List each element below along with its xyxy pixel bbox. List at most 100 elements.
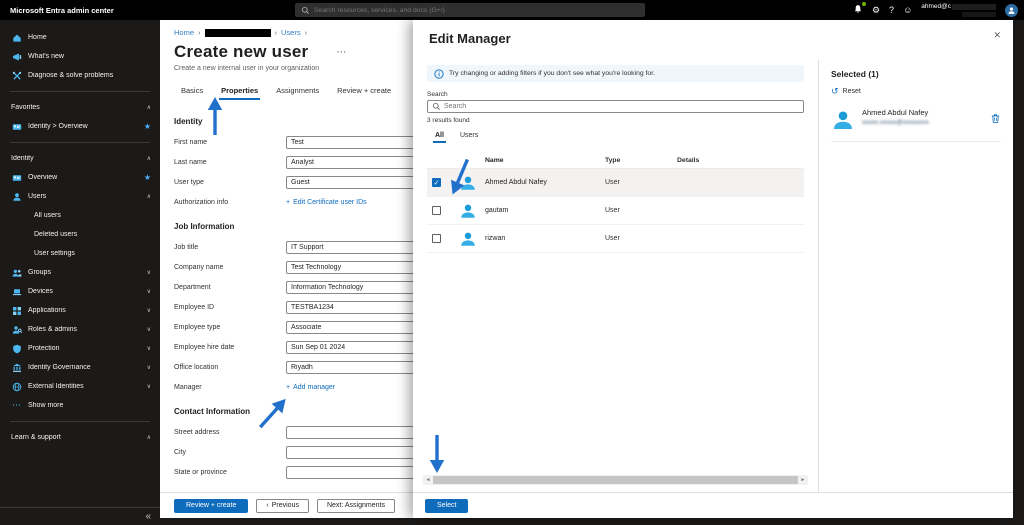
sidebar: Home What's new Diagnose & solve problem… bbox=[0, 20, 160, 525]
home-icon bbox=[11, 32, 22, 43]
sidebar-section-identity[interactable]: Identity ∧ bbox=[0, 149, 160, 168]
table-row[interactable]: ✓ Ahmed Abdul Nafey User bbox=[427, 169, 804, 197]
account-info[interactable]: ahmed@c bbox=[921, 3, 996, 17]
tab-basics[interactable]: Basics bbox=[172, 82, 212, 101]
column-details[interactable]: Details bbox=[677, 157, 804, 164]
global-search-input[interactable] bbox=[314, 6, 639, 14]
chevron-up-icon: ∧ bbox=[146, 156, 151, 162]
panel-footer: Select bbox=[413, 492, 1013, 518]
table-header: Name Type Details bbox=[427, 153, 804, 169]
topbar-actions: ⚙ ? ☺ ahmed@c bbox=[853, 0, 1018, 20]
horizontal-scrollbar[interactable]: ◄ ► bbox=[423, 475, 808, 485]
reset-icon: ↺ bbox=[831, 86, 839, 96]
breadcrumb-users[interactable]: Users bbox=[281, 28, 301, 37]
favorite-star-icon[interactable]: ★ bbox=[144, 122, 151, 131]
role-key-icon bbox=[11, 324, 22, 335]
tab-properties[interactable]: Properties bbox=[212, 82, 267, 101]
sidebar-item-applications[interactable]: Applications ∨ bbox=[0, 301, 160, 320]
remove-selected-trash-icon[interactable] bbox=[990, 111, 1001, 129]
sidebar-item-devices[interactable]: Devices ∨ bbox=[0, 282, 160, 301]
help-icon[interactable]: ? bbox=[889, 5, 894, 15]
sidebar-item-users[interactable]: Users ∧ bbox=[0, 187, 160, 206]
select-button[interactable]: Select bbox=[425, 498, 469, 513]
tenant-redaction bbox=[962, 11, 996, 17]
sidebar-item-all-users[interactable]: All users bbox=[0, 206, 160, 225]
panel-title: Edit Manager bbox=[429, 31, 511, 46]
sidebar-item-identity-overview-fav[interactable]: Identity > Overview ★ bbox=[0, 117, 160, 136]
tab-all[interactable]: All bbox=[427, 129, 452, 144]
selected-panel: Selected (1) ↺ Reset Ahmed Abdul Nafey x… bbox=[818, 60, 1013, 492]
row-checkbox-checked[interactable]: ✓ bbox=[432, 178, 441, 187]
breadcrumb-separator: › bbox=[198, 28, 201, 37]
manager-search-input[interactable] bbox=[444, 103, 799, 110]
scroll-right-icon[interactable]: ► bbox=[798, 477, 808, 483]
collapse-sidebar-icon[interactable]: « bbox=[145, 511, 151, 522]
sidebar-item-identity-governance[interactable]: Identity Governance ∨ bbox=[0, 358, 160, 377]
column-name[interactable]: Name bbox=[485, 157, 605, 164]
close-icon[interactable]: ✕ bbox=[993, 30, 1001, 41]
favorite-star-icon[interactable]: ★ bbox=[144, 173, 151, 182]
laptop-icon bbox=[11, 286, 22, 297]
sidebar-divider bbox=[10, 142, 150, 143]
manager-search[interactable] bbox=[427, 100, 804, 113]
sidebar-item-external-identities[interactable]: External Identities ∨ bbox=[0, 377, 160, 396]
sidebar-item-show-more[interactable]: ⋯ Show more bbox=[0, 396, 160, 415]
search-icon bbox=[432, 102, 440, 110]
notifications-bell-icon[interactable] bbox=[853, 2, 866, 16]
id-card-icon bbox=[11, 121, 22, 132]
user-avatar-icon bbox=[834, 111, 852, 129]
plus-icon: + bbox=[286, 198, 291, 206]
edit-certificate-user-ids-link[interactable]: + Edit Certificate user IDs bbox=[286, 199, 367, 206]
next-assignments-button[interactable]: Next: Assignments bbox=[316, 498, 395, 513]
row-checkbox[interactable] bbox=[432, 234, 441, 243]
table-row[interactable]: rizwan User bbox=[427, 225, 804, 253]
results-count: 3 results found bbox=[427, 117, 470, 124]
tab-assignments[interactable]: Assignments bbox=[267, 82, 328, 101]
tab-review-create[interactable]: Review + create bbox=[328, 82, 400, 101]
chevron-up-icon: ∧ bbox=[146, 194, 151, 200]
sidebar-item-overview[interactable]: Overview ★ bbox=[0, 168, 160, 187]
user-email: ahmed@c bbox=[921, 3, 951, 11]
sidebar-item-groups[interactable]: Groups ∨ bbox=[0, 263, 160, 282]
chevron-left-icon: ‹ bbox=[266, 502, 269, 509]
feedback-icon[interactable]: ☺ bbox=[903, 5, 912, 15]
page-title: Create new user bbox=[174, 42, 309, 61]
sidebar-item-protection[interactable]: Protection ∨ bbox=[0, 339, 160, 358]
previous-button[interactable]: ‹ Previous bbox=[256, 498, 309, 513]
people-icon bbox=[11, 267, 22, 278]
selected-user-name: Ahmed Abdul Nafey bbox=[862, 108, 929, 117]
sidebar-item-diagnose[interactable]: Diagnose & solve problems bbox=[0, 66, 160, 85]
reset-button[interactable]: ↺ Reset bbox=[831, 87, 1001, 96]
avatar[interactable] bbox=[1005, 3, 1018, 17]
tab-users[interactable]: Users bbox=[452, 129, 486, 144]
megaphone-icon bbox=[11, 51, 22, 62]
row-checkbox[interactable] bbox=[432, 206, 441, 215]
settings-gear-icon[interactable]: ⚙ bbox=[872, 5, 880, 15]
manager-list-area: Try changing or adding filters if you do… bbox=[413, 60, 818, 492]
edit-manager-panel: Edit Manager ✕ Try changing or adding fi… bbox=[413, 20, 1013, 518]
chevron-down-icon: ∨ bbox=[146, 346, 151, 352]
add-manager-link[interactable]: + Add manager bbox=[286, 384, 335, 391]
table-row[interactable]: gautam User bbox=[427, 197, 804, 225]
global-search[interactable] bbox=[295, 3, 645, 17]
sidebar-section-learn-support[interactable]: Learn & support ∧ bbox=[0, 428, 160, 447]
chevron-up-icon: ∧ bbox=[146, 105, 151, 111]
more-menu-icon[interactable]: ⋯ bbox=[336, 47, 346, 58]
breadcrumb-home[interactable]: Home bbox=[174, 28, 194, 37]
sidebar-item-user-settings[interactable]: User settings bbox=[0, 244, 160, 263]
review-create-button[interactable]: Review + create bbox=[174, 498, 249, 513]
chevron-down-icon: ∨ bbox=[146, 289, 151, 295]
topbar: Microsoft Entra admin center ⚙ ? ☺ ahmed… bbox=[0, 0, 1024, 20]
column-type[interactable]: Type bbox=[605, 157, 677, 164]
chevron-down-icon: ∨ bbox=[146, 384, 151, 390]
result-tabs: All Users bbox=[427, 129, 804, 144]
sidebar-section-favorites[interactable]: Favorites ∧ bbox=[0, 98, 160, 117]
sidebar-item-deleted-users[interactable]: Deleted users bbox=[0, 225, 160, 244]
sidebar-footer: « bbox=[0, 507, 160, 525]
scroll-left-icon[interactable]: ◄ bbox=[423, 477, 433, 483]
chevron-down-icon: ∨ bbox=[146, 327, 151, 333]
sidebar-item-whats-new[interactable]: What's new bbox=[0, 47, 160, 66]
sidebar-item-roles-admins[interactable]: Roles & admins ∨ bbox=[0, 320, 160, 339]
sidebar-item-home[interactable]: Home bbox=[0, 28, 160, 47]
scrollbar-thumb[interactable] bbox=[433, 476, 798, 484]
